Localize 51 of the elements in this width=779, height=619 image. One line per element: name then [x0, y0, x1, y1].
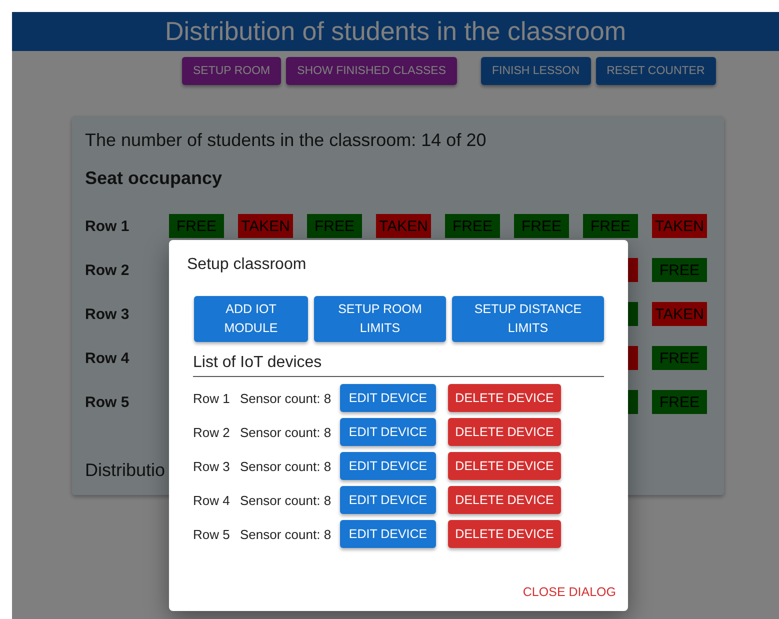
delete-button[interactable]: DELETE DEVICE — [448, 418, 561, 446]
action-button[interactable]: ADD IOT MODULE — [194, 296, 308, 342]
row-label: Row 3 — [85, 306, 130, 322]
seat: FREE — [652, 390, 707, 414]
toolbar-button[interactable]: SHOW FINISHED CLASSES — [286, 57, 457, 85]
student-count: The number of students in the classroom: 14 of 20 — [85, 130, 488, 151]
action-button[interactable]: SETUP DISTANCE LIMITS — [452, 296, 604, 342]
close-button[interactable]: CLOSE DIALOG — [522, 585, 616, 599]
edit-button[interactable]: EDIT DEVICE — [340, 486, 436, 514]
action-button[interactable]: SETUP ROOM LIMITS — [314, 296, 446, 342]
section-heading: Distributio — [85, 460, 166, 481]
seat: FREE — [169, 214, 224, 238]
sensor-count: Sensor count: 8 — [240, 458, 332, 474]
seat: FREE — [445, 214, 500, 238]
edit-button[interactable]: EDIT DEVICE — [340, 418, 436, 446]
delete-button[interactable]: DELETE DEVICE — [448, 486, 561, 514]
row-label: Row 4 — [85, 350, 130, 366]
toolbar-button[interactable]: FINISH LESSON — [481, 57, 591, 85]
row-label: Row 1 — [85, 218, 130, 234]
list-title: List of IoT devices — [193, 354, 604, 377]
page-title: Distribution of students in the classroom — [165, 16, 626, 47]
seat: FREE — [514, 214, 569, 238]
seat: FREE — [583, 214, 638, 238]
seat: TAKEN — [238, 214, 293, 238]
sensor-count: Sensor count: 8 — [240, 526, 332, 542]
row-label: Row 2 — [85, 262, 130, 278]
device-row-text: Row 3 — [193, 458, 231, 474]
edit-button[interactable]: EDIT DEVICE — [340, 452, 436, 480]
device-row-text: Row 1 — [193, 390, 231, 406]
section-heading: Seat occupancy — [85, 168, 224, 189]
seat: FREE — [652, 258, 707, 282]
delete-button[interactable]: DELETE DEVICE — [448, 520, 561, 548]
sensor-count: Sensor count: 8 — [240, 424, 332, 440]
toolbar-button[interactable]: RESET COUNTER — [596, 57, 716, 85]
delete-button[interactable]: DELETE DEVICE — [448, 452, 561, 480]
edit-button[interactable]: EDIT DEVICE — [340, 384, 436, 412]
device-row-text: Row 4 — [193, 492, 231, 508]
device-row-text: Row 2 — [193, 424, 231, 440]
seat: TAKEN — [652, 302, 707, 326]
seat: FREE — [652, 346, 707, 370]
seat: TAKEN — [652, 214, 707, 238]
edit-button[interactable]: EDIT DEVICE — [340, 520, 436, 548]
sensor-count: Sensor count: 8 — [240, 492, 332, 508]
seat: FREE — [307, 214, 362, 238]
seat: TAKEN — [376, 214, 431, 238]
device-row-text: Row 5 — [193, 526, 231, 542]
toolbar-button[interactable]: SETUP ROOM — [182, 57, 282, 85]
row-label: Row 5 — [85, 394, 130, 410]
dialog-title: Setup classroom — [187, 256, 308, 274]
sensor-count: Sensor count: 8 — [240, 390, 332, 406]
delete-button[interactable]: DELETE DEVICE — [448, 384, 561, 412]
